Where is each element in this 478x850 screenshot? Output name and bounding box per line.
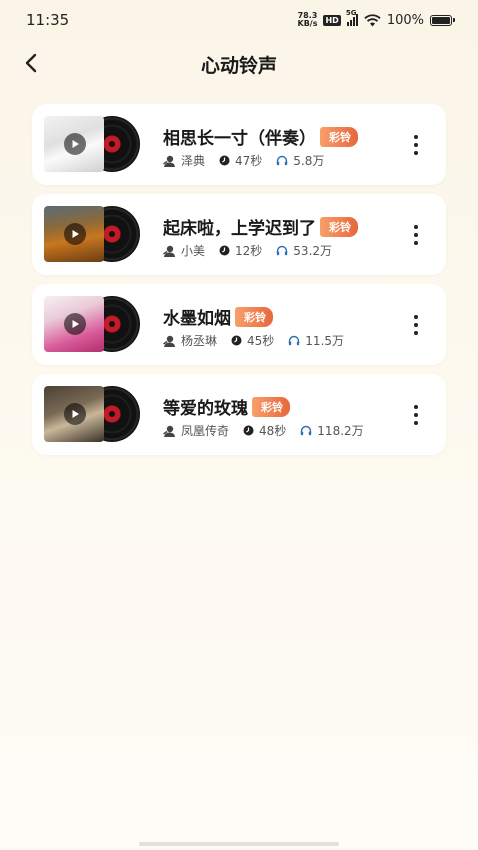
play-icon <box>72 410 79 418</box>
ringtone-title: 水墨如烟 <box>163 309 231 329</box>
play-count: 11.5万 <box>288 332 344 349</box>
status-time: 11:35 <box>26 11 70 29</box>
headphones-icon <box>289 335 300 346</box>
ringtone-title-row: 水墨如烟 彩铃 <box>163 304 273 329</box>
singer-icon <box>163 425 175 437</box>
hd-icon: HD <box>323 14 341 26</box>
status-icons: 78.3 KB/s HD 5G 100% <box>298 9 455 30</box>
cell-signal-icon: 5G <box>346 9 358 26</box>
ringtone-card[interactable]: 等爱的玫瑰 彩铃 凤凰传奇 48秒 118.2万 <box>32 374 446 455</box>
ringtone-card[interactable]: 水墨如烟 彩铃 杨丞琳 45秒 11.5万 <box>32 284 446 365</box>
play-count: 5.8万 <box>276 152 324 169</box>
ringtone-meta: 凤凰传奇 48秒 118.2万 <box>163 422 378 439</box>
play-icon <box>72 320 79 328</box>
artist-name: 凤凰传奇 <box>181 424 230 438</box>
battery-percent: 100% <box>386 12 424 28</box>
caling-badge: 彩铃 <box>320 127 358 147</box>
clock-icon <box>231 335 242 346</box>
more-options-button[interactable] <box>408 132 424 158</box>
artist-name: 泽典 <box>181 154 206 168</box>
more-dots-icon <box>414 405 418 409</box>
artist: 凤凰传奇 <box>163 422 229 439</box>
clock-icon <box>219 245 230 256</box>
record-thumbnail <box>44 386 144 442</box>
artist-name: 小美 <box>181 244 206 258</box>
header: 心动铃声 <box>0 40 478 86</box>
play-count-value: 118.2万 <box>317 424 364 438</box>
duration-value: 48秒 <box>259 424 287 438</box>
headphones-icon <box>277 245 288 256</box>
play-count-value: 5.8万 <box>293 154 325 168</box>
ringtone-title: 相思长一寸（伴奏） <box>163 129 316 149</box>
status-bar: 11:35 78.3 KB/s HD 5G 100% <box>0 0 478 40</box>
home-indicator[interactable] <box>139 842 339 846</box>
ringtone-title: 等爱的玫瑰 <box>163 399 248 419</box>
ringtone-title-row: 起床啦，上学迟到了 彩铃 <box>163 214 358 239</box>
more-options-button[interactable] <box>408 402 424 428</box>
network-speed-unit: KB/s <box>297 19 318 28</box>
more-dots-icon <box>414 225 418 229</box>
clock-icon <box>243 425 254 436</box>
network-speed: 78.3 KB/s <box>298 12 318 28</box>
play-count: 118.2万 <box>300 422 364 439</box>
play-count-value: 11.5万 <box>305 334 345 348</box>
play-icon <box>72 140 79 148</box>
ringtone-card[interactable]: 起床啦，上学迟到了 彩铃 小美 12秒 53.2万 <box>32 194 446 275</box>
duration: 12秒 <box>219 242 262 259</box>
record-thumbnail <box>44 296 144 352</box>
duration-value: 47秒 <box>235 154 263 168</box>
ringtone-title-row: 等爱的玫瑰 彩铃 <box>163 394 290 419</box>
play-button[interactable] <box>64 223 86 245</box>
battery-icon <box>430 14 455 26</box>
duration: 45秒 <box>231 332 274 349</box>
duration-value: 12秒 <box>235 244 263 258</box>
singer-icon <box>163 335 175 347</box>
ringtone-meta: 小美 12秒 53.2万 <box>163 242 346 259</box>
page-title: 心动铃声 <box>200 55 277 77</box>
artist: 杨丞琳 <box>163 332 217 349</box>
duration: 47秒 <box>219 152 262 169</box>
record-thumbnail <box>44 206 144 262</box>
singer-icon <box>163 245 175 257</box>
more-dots-icon <box>414 135 418 139</box>
ringtone-title: 起床啦，上学迟到了 <box>163 219 316 239</box>
headphones-icon <box>277 155 288 166</box>
more-options-button[interactable] <box>408 222 424 248</box>
network-type: 5G <box>345 9 357 17</box>
artist: 小美 <box>163 242 205 259</box>
duration-value: 45秒 <box>247 334 275 348</box>
play-button[interactable] <box>64 133 86 155</box>
singer-icon <box>163 155 175 167</box>
play-button[interactable] <box>64 403 86 425</box>
headphones-icon <box>301 425 312 436</box>
play-icon <box>72 230 79 238</box>
artist: 泽典 <box>163 152 205 169</box>
play-button[interactable] <box>64 313 86 335</box>
ringtone-list: 相思长一寸（伴奏） 彩铃 泽典 47秒 5.8万 起床啦，上学迟到了 彩铃 小美… <box>32 104 446 464</box>
play-count-value: 53.2万 <box>293 244 333 258</box>
ringtone-title-row: 相思长一寸（伴奏） 彩铃 <box>163 124 358 149</box>
artist-name: 杨丞琳 <box>181 334 218 348</box>
duration: 48秒 <box>243 422 286 439</box>
ringtone-meta: 杨丞琳 45秒 11.5万 <box>163 332 358 349</box>
record-thumbnail <box>44 116 144 172</box>
play-count: 53.2万 <box>276 242 332 259</box>
caling-badge: 彩铃 <box>235 307 273 327</box>
caling-badge: 彩铃 <box>320 217 358 237</box>
ringtone-meta: 泽典 47秒 5.8万 <box>163 152 338 169</box>
more-dots-icon <box>414 315 418 319</box>
wifi-icon <box>364 13 381 26</box>
clock-icon <box>219 155 230 166</box>
caling-badge: 彩铃 <box>252 397 290 417</box>
more-options-button[interactable] <box>408 312 424 338</box>
ringtone-card[interactable]: 相思长一寸（伴奏） 彩铃 泽典 47秒 5.8万 <box>32 104 446 185</box>
